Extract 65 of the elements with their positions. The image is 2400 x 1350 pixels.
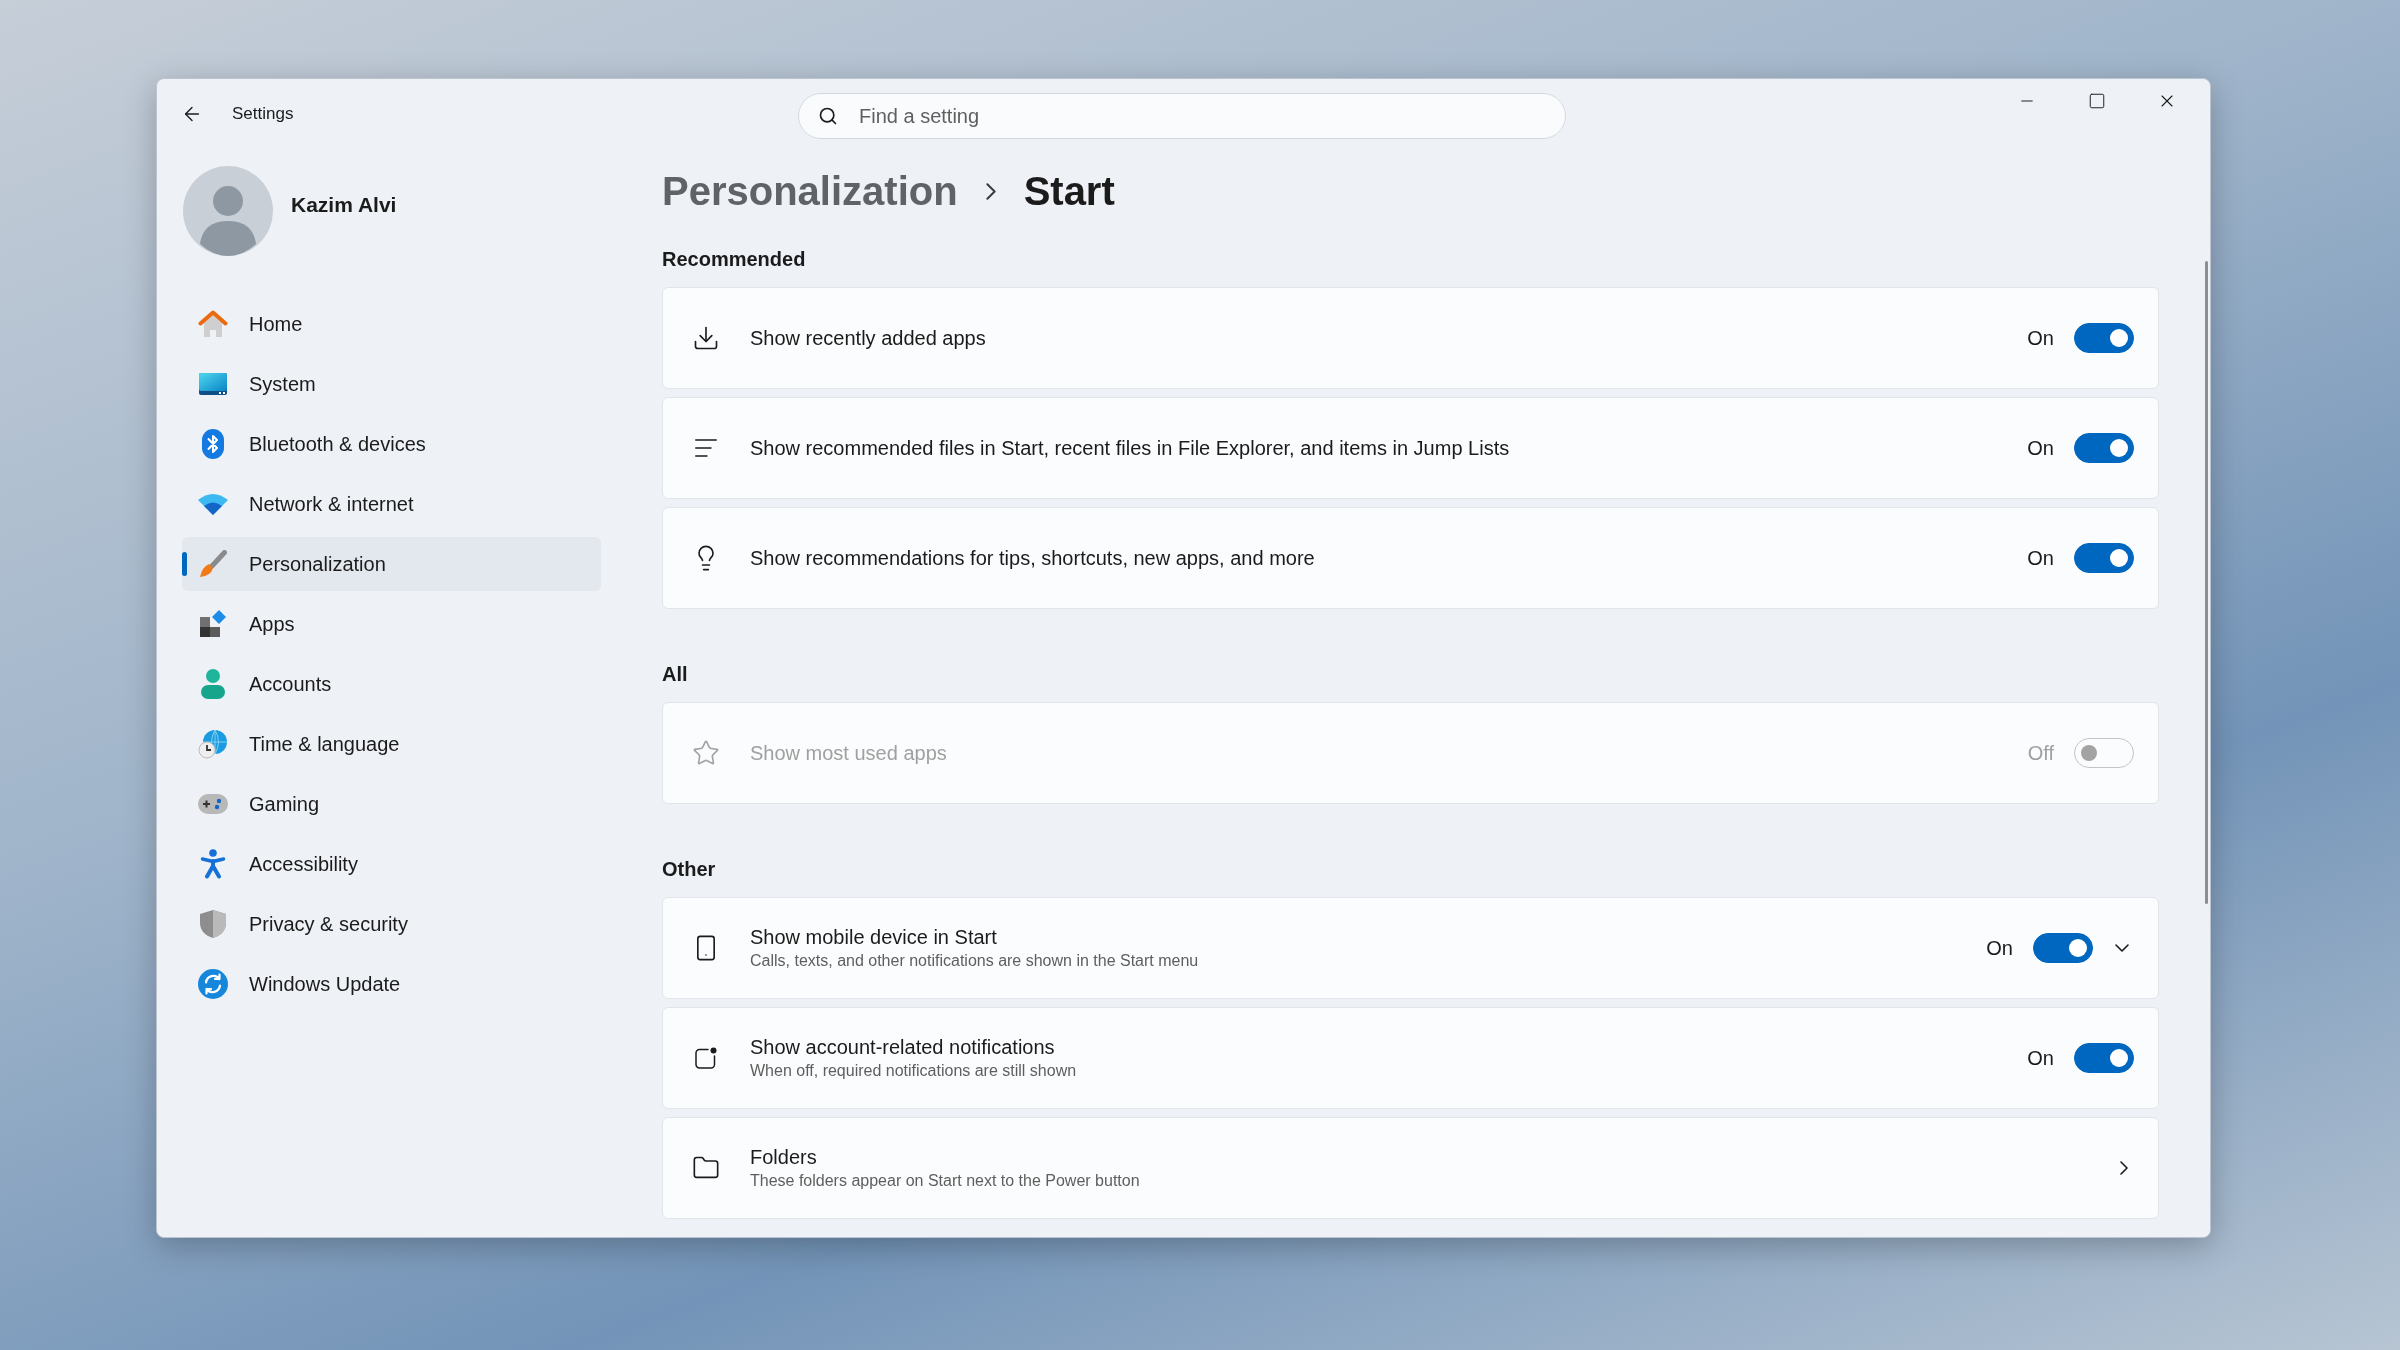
gamepad-icon	[198, 794, 228, 814]
setting-title: Show mobile device in Start	[750, 925, 998, 950]
person-icon	[201, 669, 225, 699]
sidebar-item[interactable]: Bluetooth & devices	[182, 417, 601, 471]
sidebar-item[interactable]: Gaming	[182, 777, 601, 831]
globe-clock-icon	[198, 729, 228, 759]
sidebar-item[interactable]: Privacy & security	[182, 897, 601, 951]
setting-title: Show recommended files in Start, recent files in File Explorer, and items in Jump Lists	[750, 436, 1511, 461]
sidebar-item[interactable]: Personalization	[182, 537, 601, 591]
download-icon	[692, 324, 720, 352]
monitor-icon	[199, 373, 227, 395]
setting-title: Show recently added apps	[750, 326, 987, 351]
sidebar-item[interactable]: Time & language	[182, 717, 601, 771]
section-heading: Recommended	[662, 247, 807, 272]
notification-badge-icon	[695, 1047, 717, 1069]
setting-title: Show recommendations for tips, shortcuts, new apps, and more	[750, 546, 1316, 571]
lines-icon	[695, 439, 717, 457]
sidebar-item[interactable]: Accounts	[182, 657, 601, 711]
selection-indicator	[182, 552, 187, 576]
sidebar-item[interactable]: Network & internet	[182, 477, 601, 531]
maximize-icon[interactable]	[2088, 92, 2106, 110]
setting-title: Show most used apps	[750, 741, 948, 766]
user-name: Kazim Alvi	[291, 192, 397, 218]
toggle-state-label: On	[2027, 546, 2054, 571]
toggle-switch[interactable]	[2074, 1043, 2134, 1073]
page-title: Start	[1023, 168, 1115, 215]
sidebar-item[interactable]: Home	[182, 297, 601, 351]
sidebar-item[interactable]: Accessibility	[182, 837, 601, 891]
search-field[interactable]: Find a setting	[798, 93, 1566, 139]
setting-description: These folders appear on Start next to the Power button	[750, 1171, 1141, 1191]
sidebar-item[interactable]: System	[182, 357, 601, 411]
toggle-state-label: On	[2027, 1046, 2054, 1071]
apps-grid-icon	[199, 610, 227, 638]
setting-description: When off, required notifications are still shown	[750, 1061, 1078, 1081]
accessibility-icon	[200, 849, 226, 879]
breadcrumb-link[interactable]: Personalization	[662, 161, 958, 221]
section-heading: All	[662, 662, 689, 687]
chevron-right-icon	[985, 182, 996, 200]
section-heading: Other	[662, 857, 717, 882]
sync-arrows-icon	[198, 969, 228, 999]
toggle-switch[interactable]	[2074, 543, 2134, 573]
setting-title: Folders	[750, 1145, 818, 1170]
toggle-state-label: On	[2027, 326, 2054, 351]
app-title: Settings	[232, 103, 294, 126]
paintbrush-icon	[199, 550, 227, 578]
sidebar-item[interactable]: Windows Update	[182, 957, 601, 1011]
toggle-switch[interactable]	[2074, 433, 2134, 463]
search-icon	[818, 106, 838, 126]
wifi-icon	[198, 493, 228, 515]
setting-title: Show account-related notifications	[750, 1035, 1056, 1060]
user-avatar-icon	[183, 166, 273, 256]
toggle-state-label: Off	[2027, 741, 2054, 766]
toggle-state-label: On	[2027, 436, 2054, 461]
sidebar-item[interactable]: Apps	[182, 597, 601, 651]
toggle-switch[interactable]	[2033, 933, 2093, 963]
chevron-right-icon[interactable]	[2120, 1161, 2128, 1175]
shield-icon	[200, 910, 226, 938]
toggle-switch[interactable]	[2074, 323, 2134, 353]
scrollbar[interactable]	[2205, 261, 2208, 904]
setting-description: Calls, texts, and other notifications are shown in the Start menu	[750, 951, 1200, 971]
house-icon	[198, 310, 228, 338]
toggle-state-label: On	[1986, 936, 2013, 961]
chevron-down-icon[interactable]	[2115, 944, 2129, 952]
star-icon	[692, 739, 720, 767]
bluetooth-icon	[202, 429, 224, 459]
